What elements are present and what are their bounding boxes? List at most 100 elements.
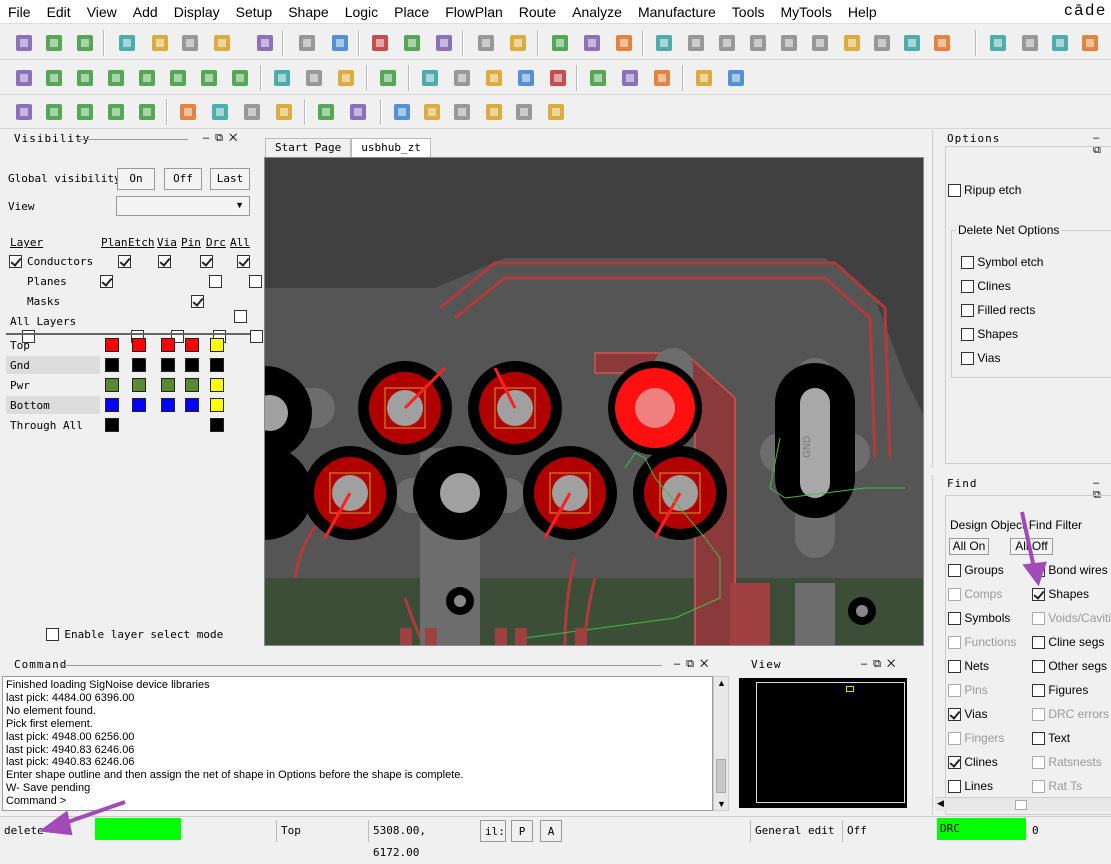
toolbar-icon[interactable] [506,31,530,55]
toolbar-icon[interactable] [724,66,748,90]
layer-color-swatch[interactable] [161,338,175,352]
toolbar-icon[interactable] [390,100,414,124]
vis-cell-checkbox[interactable] [118,255,131,269]
view-select[interactable]: ▼ [116,196,250,216]
vis-cell-checkbox[interactable] [158,255,171,269]
toolbar-icon[interactable] [346,100,370,124]
menu-setup[interactable]: Setup [228,0,281,24]
toolbar-icon[interactable] [270,66,294,90]
layer-color-swatch[interactable] [210,418,224,432]
layer-color-swatch[interactable] [210,378,224,392]
layer-color-swatch[interactable] [185,378,199,392]
layer-color-swatch[interactable] [185,338,199,352]
enable-layer-select-checkbox[interactable]: Enable layer select mode [46,627,223,642]
find-filter-comps[interactable]: Comps [948,587,1002,602]
toolbar-icon[interactable] [208,100,232,124]
vis-cell-checkbox[interactable] [237,255,250,269]
toolbar-icon[interactable] [650,66,674,90]
status-drc-indicator[interactable]: DRC [937,818,1026,840]
layer-color-swatch[interactable] [132,398,146,412]
find-filter-symbols[interactable]: Symbols [948,611,1010,626]
menu-shape[interactable]: Shape [280,0,336,24]
menu-place[interactable]: Place [386,0,437,24]
toolbar-icon[interactable] [73,31,97,55]
toolbar-icon[interactable] [176,100,200,124]
toolbar-icon[interactable] [73,100,97,124]
layer-color-swatch[interactable] [185,398,199,412]
layer-color-swatch[interactable] [161,378,175,392]
toolbar-icon[interactable] [42,31,66,55]
toolbar-icon[interactable] [652,31,676,55]
menu-logic[interactable]: Logic [337,0,386,24]
toolbar-icon[interactable] [135,100,159,124]
layer-color-swatch[interactable] [161,358,175,372]
find-filter-drc-errors[interactable]: DRC errors [1032,707,1109,722]
menu-display[interactable]: Display [166,0,228,24]
toolbar-icon[interactable] [12,31,36,55]
delete-net-option-shapes[interactable]: Shapes [961,327,1018,342]
toolbar-icon[interactable] [334,66,358,90]
design-canvas[interactable]: GND [264,157,924,646]
find-filter-cline-segs[interactable]: Cline segs [1032,635,1104,650]
toolbar-icon[interactable] [808,31,832,55]
status-p-button[interactable]: P [511,820,533,842]
vis-group-checkbox[interactable] [9,255,22,269]
visibility-panel-controls[interactable]: –⧉✕ [203,132,243,145]
toolbar-icon[interactable] [135,66,159,90]
find-filter-clines[interactable]: Clines [948,755,998,770]
menu-add[interactable]: Add [125,0,166,24]
layer-color-swatch[interactable] [210,338,224,352]
vis-cell-checkbox[interactable] [234,309,247,323]
find-filter-pins[interactable]: Pins [948,683,988,698]
toolbar-icon[interactable] [210,31,234,55]
menu-edit[interactable]: Edit [39,0,79,24]
toolbar-icon[interactable] [12,66,36,90]
toolbar-icon[interactable] [840,31,864,55]
command-scrollbar[interactable]: ▲ ▼ [713,676,729,811]
find-filter-vias[interactable]: Vias [948,707,987,722]
delete-net-option-filled-rects[interactable]: Filled rects [961,303,1035,318]
visibility-on-button[interactable]: On [117,168,155,190]
vis-group-checkbox[interactable] [191,295,204,309]
menu-manufacture[interactable]: Manufacture [630,0,724,24]
menu-file[interactable]: File [0,0,39,24]
toolbar-icon[interactable] [586,66,610,90]
toolbar-icon[interactable] [930,31,954,55]
toolbar-icon[interactable] [418,66,442,90]
status-a-button[interactable]: A [540,820,562,842]
toolbar-icon[interactable] [328,31,352,55]
toolbar-icon[interactable] [618,66,642,90]
find-filter-groups[interactable]: Groups [948,563,1004,578]
toolbar-icon[interactable] [197,66,221,90]
toolbar-icon[interactable] [546,66,570,90]
layer-color-swatch[interactable] [132,378,146,392]
find-horizontal-scrollbar[interactable]: ◀ [935,797,1111,811]
menu-analyze[interactable]: Analyze [564,0,630,24]
toolbar-icon[interactable] [314,100,338,124]
toolbar-icon[interactable] [115,31,139,55]
menu-flowplan[interactable]: FlowPlan [437,0,511,24]
visibility-last-button[interactable]: Last [210,168,250,190]
tab-usbhub_zt[interactable]: usbhub_zt [351,138,431,157]
toolbar-icon[interactable] [1048,31,1072,55]
toolbar-icon[interactable] [580,31,604,55]
toolbar-icon[interactable] [42,100,66,124]
toolbar-icon[interactable] [450,66,474,90]
vis-group-checkbox[interactable] [100,275,113,289]
toolbar-icon[interactable] [104,66,128,90]
toolbar-icon[interactable] [746,31,770,55]
toolbar-icon[interactable] [240,100,264,124]
vis-cell-checkbox[interactable] [249,275,262,289]
toolbar-icon[interactable] [482,100,506,124]
layer-color-swatch[interactable] [161,398,175,412]
toolbar-icon[interactable] [12,100,36,124]
find-filter-rat-ts[interactable]: Rat Ts [1032,779,1082,794]
toolbar-icon[interactable] [612,31,636,55]
toolbar-icon[interactable] [1078,31,1102,55]
ripup-etch-checkbox[interactable] [948,183,961,198]
find-all-on-button[interactable]: All On [949,538,989,555]
layer-color-swatch[interactable] [210,358,224,372]
find-filter-lines[interactable]: Lines [948,779,993,794]
menu-route[interactable]: Route [511,0,564,24]
toolbar-icon[interactable] [900,31,924,55]
